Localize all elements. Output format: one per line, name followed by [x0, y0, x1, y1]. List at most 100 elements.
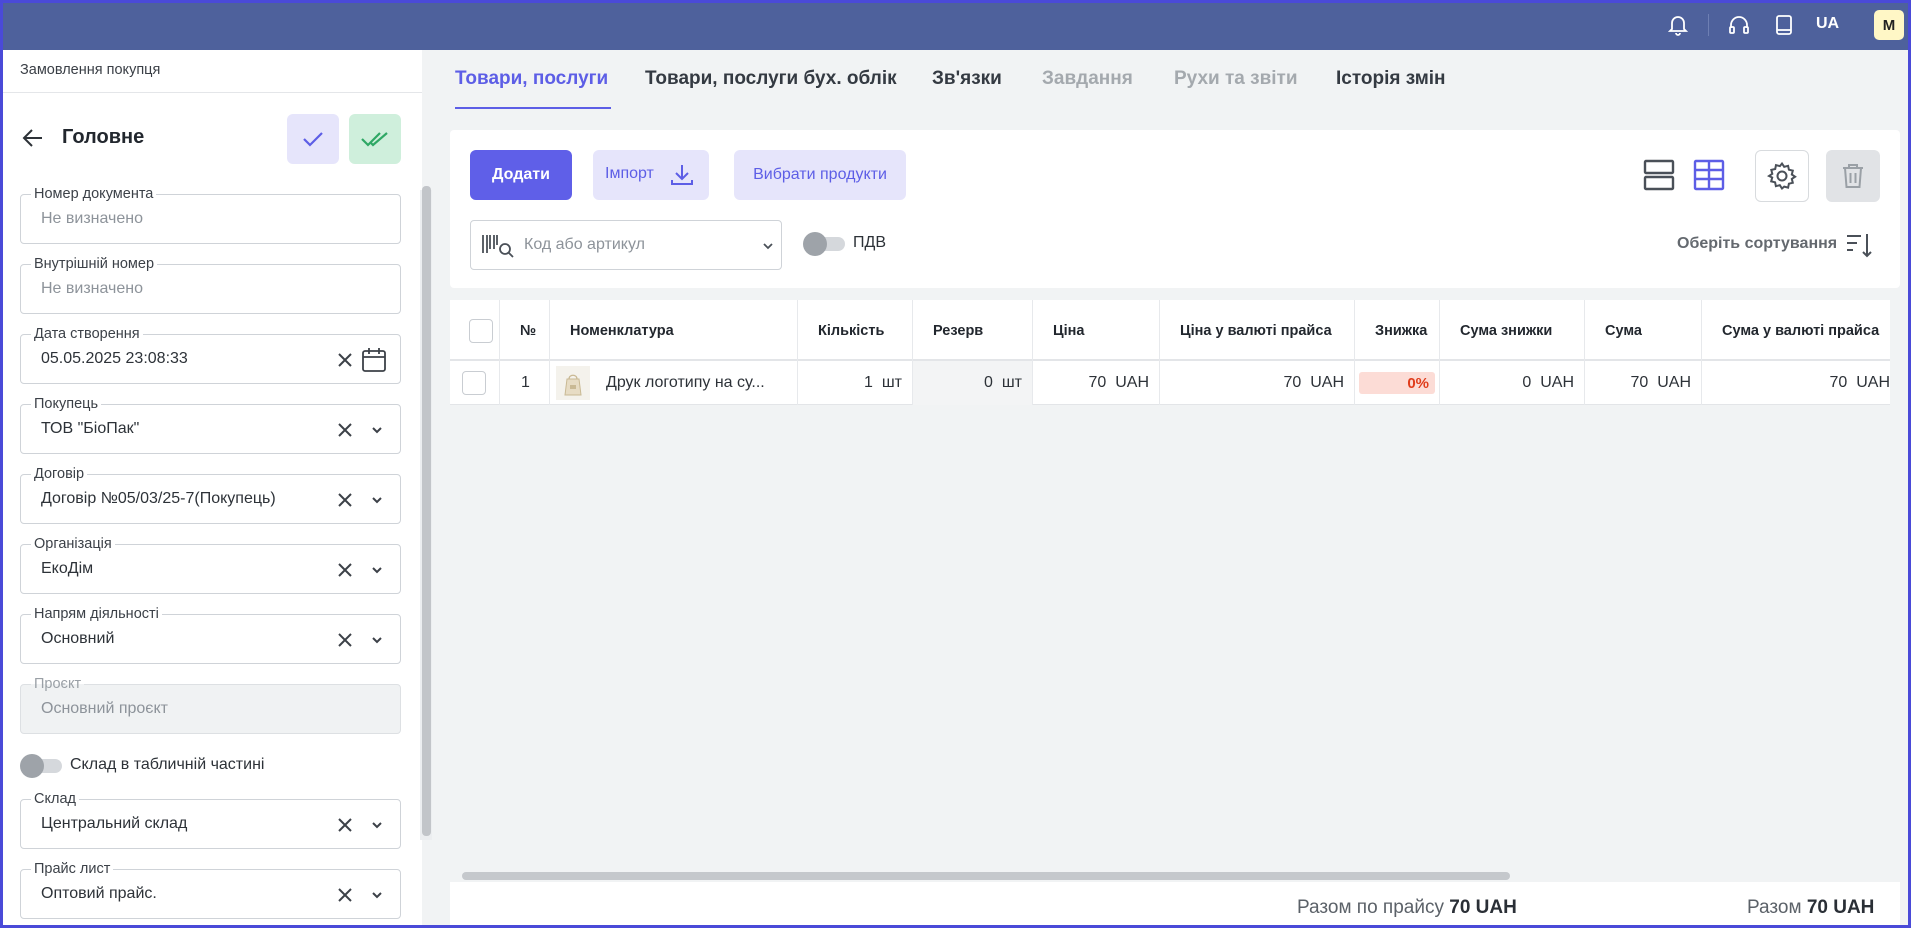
avatar[interactable]: M [1874, 10, 1904, 40]
field-label: Проєкт [31, 675, 85, 693]
warehouse-in-table-toggle[interactable] [20, 754, 62, 778]
search-placeholder: Код або артикул [524, 236, 645, 253]
chevron-down-icon[interactable] [369, 422, 385, 438]
col-price[interactable]: Ціна [1033, 300, 1160, 361]
col-nomenclature[interactable]: Номенклатура [550, 300, 798, 361]
delete-button[interactable] [1826, 150, 1880, 202]
settings-button[interactable] [1755, 150, 1809, 202]
import-button[interactable]: Імпорт [593, 150, 709, 200]
clear-icon[interactable] [335, 885, 355, 905]
totals-footer: Разом по прайсу 70 UAH Разом 70 UAH [450, 882, 1900, 928]
field-label: Прайс лист [31, 860, 114, 878]
clear-icon[interactable] [335, 490, 355, 510]
table-horizontal-scrollbar[interactable] [462, 872, 1510, 880]
code-search-combobox[interactable]: Код або артикул [470, 220, 782, 270]
clear-icon[interactable] [335, 560, 355, 580]
field-value: 05.05.2025 23:08:33 [41, 350, 188, 367]
price-list-select[interactable]: Прайс лист Оптовий прайс. [20, 860, 401, 919]
tab-history[interactable]: Історія змін [1336, 68, 1446, 90]
chevron-down-icon[interactable] [369, 887, 385, 903]
doc-number-field[interactable]: Номер документа Не визначено [20, 185, 401, 244]
organization-select[interactable]: Організація ЕкоДім [20, 535, 401, 594]
internal-number-field[interactable]: Внутрішній номер Не визначено [20, 255, 401, 314]
row-sum-list[interactable]: 70 UAH [1702, 361, 1890, 405]
sort-label[interactable]: Оберіть сортування [1677, 235, 1837, 253]
field-value: ТОВ "БіоПак" [41, 420, 140, 437]
tab-movements-reports[interactable]: Рухи та звіти [1174, 68, 1298, 90]
row-nomenclature[interactable]: Друк логотипу на су... [550, 361, 798, 405]
col-discount-sum[interactable]: Сума знижки [1440, 300, 1585, 361]
field-label: Склад [31, 790, 79, 808]
warehouse-select[interactable]: Склад Центральний склад [20, 790, 401, 849]
col-price-list-currency[interactable]: Ціна у валюті прайса [1160, 300, 1355, 361]
row-sum[interactable]: 70 UAH [1585, 361, 1702, 405]
row-price[interactable]: 70 UAH [1033, 361, 1160, 405]
back-arrow-icon[interactable] [20, 125, 46, 151]
chevron-down-icon[interactable] [369, 632, 385, 648]
vat-label: ПДВ [853, 234, 887, 251]
items-table: № Номенклатура Кількість Резерв Ціна Цін… [450, 300, 1890, 892]
row-checkbox[interactable] [462, 371, 486, 395]
col-quantity[interactable]: Кількість [798, 300, 913, 361]
chevron-down-icon[interactable] [369, 492, 385, 508]
field-placeholder: Не визначено [41, 280, 144, 297]
col-discount[interactable]: Знижка [1355, 300, 1440, 361]
save-and-post-button[interactable] [349, 114, 401, 164]
field-value: Центральний склад [41, 815, 188, 832]
chevron-down-icon[interactable] [369, 817, 385, 833]
headset-icon[interactable] [1727, 13, 1751, 37]
reserve-unit: шт [1001, 374, 1022, 391]
col-number[interactable]: № [500, 300, 550, 361]
save-button[interactable] [287, 114, 339, 164]
row-discount[interactable]: 0% [1355, 361, 1440, 405]
tab-links[interactable]: Зв'язки [932, 68, 1002, 90]
warehouse-in-table-label: Склад в табличній частині [70, 756, 265, 773]
created-date-field[interactable]: Дата створення 05.05.2025 23:08:33 [20, 325, 401, 384]
activity-select[interactable]: Напрям діяльності Основний [20, 605, 401, 664]
table-row[interactable]: 1 Друк логотипу на су... 1 шт 0 шт 70 UA… [450, 361, 1890, 405]
select-all-checkbox[interactable] [469, 318, 493, 343]
clear-icon[interactable] [335, 420, 355, 440]
total-label: Разом [1747, 897, 1807, 918]
bell-icon[interactable] [1666, 13, 1690, 37]
tab-tasks[interactable]: Завдання [1042, 68, 1133, 90]
vat-toggle[interactable] [803, 232, 845, 256]
chevron-down-icon[interactable] [761, 239, 775, 253]
add-button[interactable]: Додати [470, 150, 572, 200]
chevron-down-icon[interactable] [369, 562, 385, 578]
check-icon [303, 132, 323, 147]
calendar-icon[interactable] [361, 346, 387, 374]
contract-select[interactable]: Договір Договір №05/03/25-7(Покупець) [20, 465, 401, 524]
tab-goods-accounting[interactable]: Товари, послуги бух. облік [645, 68, 897, 90]
sidebar-scrollbar[interactable] [422, 186, 431, 836]
toggle-knob [803, 232, 827, 256]
tab-goods-services[interactable]: Товари, послуги [455, 68, 608, 90]
field-value: ЕкоДім [41, 560, 94, 577]
clear-icon[interactable] [335, 350, 355, 370]
reserve-value: 0 [984, 374, 993, 391]
choose-products-button[interactable]: Вибрати продукти [734, 150, 906, 200]
grid-view-icon[interactable] [1693, 158, 1725, 192]
sort-icon[interactable] [1844, 230, 1874, 260]
row-price-list[interactable]: 70 UAH [1160, 361, 1355, 405]
sum-value: 70 [1630, 374, 1649, 391]
language-switch[interactable]: UA [1816, 15, 1839, 33]
row-reserve: 0 шт [913, 361, 1033, 405]
row-quantity[interactable]: 1 шт [798, 361, 913, 405]
list-view-icon[interactable] [1643, 158, 1675, 192]
book-icon[interactable] [1772, 13, 1796, 37]
clear-icon[interactable] [335, 815, 355, 835]
buyer-select[interactable]: Покупець ТОВ "БіоПак" [20, 395, 401, 454]
active-tab-indicator [455, 107, 611, 109]
clear-icon[interactable] [335, 630, 355, 650]
field-label: Організація [31, 535, 115, 553]
field-label: Напрям діяльності [31, 605, 162, 623]
col-reserve[interactable]: Резерв [913, 300, 1033, 361]
total: Разом 70 UAH [1747, 897, 1874, 919]
field-value: Договір №05/03/25-7(Покупець) [41, 490, 276, 507]
total-by-price-value: 70 UAH [1449, 897, 1517, 918]
row-discount-sum[interactable]: 0 UAH [1440, 361, 1585, 405]
field-label: Номер документа [31, 185, 157, 203]
col-sum-list-currency[interactable]: Сума у валюті прайса [1702, 300, 1890, 361]
col-sum[interactable]: Сума [1585, 300, 1702, 361]
